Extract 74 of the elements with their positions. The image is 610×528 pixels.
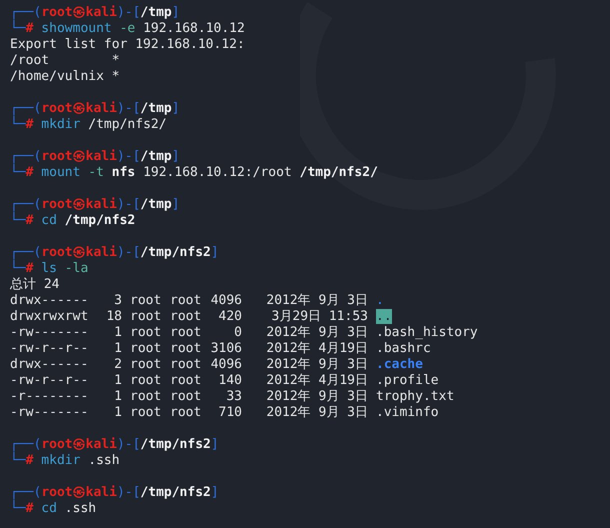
file-size: 3106 [210,341,242,357]
link-count: 1 [113,341,122,357]
modified-date: 2012年 9月 3日 [265,293,368,309]
file-name: . [376,293,384,308]
owner: root [130,309,162,325]
output-line: Export list for 192.168.10.12: [10,37,245,53]
command-line: └─# mkdir /tmp/nfs2/ [10,117,167,133]
file-name: .profile [376,373,439,388]
group: root [170,405,202,421]
permissions: -rw------- [10,405,90,421]
owner: root [130,373,162,389]
owner: root [130,325,162,341]
prompt-header: ┌──(root㉿kali)-[/tmp] [10,101,180,116]
file-name: .bashrc [376,341,431,356]
permissions: drwx------ [10,357,90,373]
modified-date: 2012年 4月19日 [265,373,368,389]
prompt-header: ┌──(root㉿kali)-[/tmp/nfs2] [10,245,219,260]
modified-date: 3月29日 11:53 [270,309,368,325]
modified-date: 2012年 9月 3日 [265,405,368,421]
link-count: 18 [105,309,122,325]
file-size: 710 [218,405,242,421]
command-line: └─# cd .ssh [10,501,96,517]
file-name: trophy.txt [376,389,454,404]
group: root [170,325,202,341]
prompt-header: ┌──(root㉿kali)-[/tmp/nfs2] [10,485,219,500]
owner: root [130,389,162,405]
permissions: -rw-r--r-- [10,373,90,389]
file-size: 4096 [210,293,242,309]
group: root [170,293,202,309]
owner: root [130,405,162,421]
group: root [170,389,202,405]
permissions: -r-------- [10,389,90,405]
modified-date: 2012年 9月 3日 [265,325,368,341]
file-size: 140 [218,373,242,389]
owner: root [130,293,162,309]
prompt-header: ┌──(root㉿kali)-[/tmp] [10,197,180,212]
file-size: 4096 [210,357,242,373]
link-count: 3 [113,293,122,309]
owner: root [130,357,162,373]
file-size: 420 [218,309,242,325]
modified-date: 2012年 9月 3日 [265,389,368,405]
permissions: drwx------ [10,293,90,309]
command-line: └─# cd /tmp/nfs2 [10,213,136,229]
file-size: 33 [225,389,242,405]
command-line: └─# mount -t nfs 192.168.10.12:/root /tmp/nfs2/ [10,165,378,181]
modified-date: 2012年 4月19日 [265,341,368,357]
file-name: .cache [376,357,423,372]
group: root [170,341,202,357]
prompt-header: ┌──(root㉿kali)-[/tmp] [10,149,180,164]
group: root [170,373,202,389]
prompt-header: ┌──(root㉿kali)-[/tmp/nfs2] [10,437,219,452]
link-count: 1 [113,325,122,341]
output-line: 总计 24 [10,277,60,293]
prompt-header: ┌──(root㉿kali)-[/tmp] [10,5,180,20]
owner: root [130,341,162,357]
file-size: 0 [233,325,242,341]
link-count: 1 [113,389,122,405]
link-count: 1 [113,373,122,389]
file-name: .bash_history [376,325,478,340]
command-line: └─# mkdir .ssh [10,453,120,469]
link-count: 2 [113,357,122,373]
output-line: /root * [10,53,120,69]
command-line: └─# ls -la [10,261,88,277]
permissions: -rw------- [10,325,90,341]
file-name: .viminfo [376,405,439,420]
permissions: drwxrwxrwt [10,309,90,325]
modified-date: 2012年 9月 3日 [265,357,368,373]
file-name: .. [376,309,392,324]
group: root [170,357,202,373]
permissions: -rw-r--r-- [10,341,90,357]
command-line: └─# showmount -e 192.168.10.12 [10,21,245,37]
link-count: 1 [113,405,122,421]
output-line: /home/vulnix * [10,69,120,85]
group: root [170,309,202,325]
